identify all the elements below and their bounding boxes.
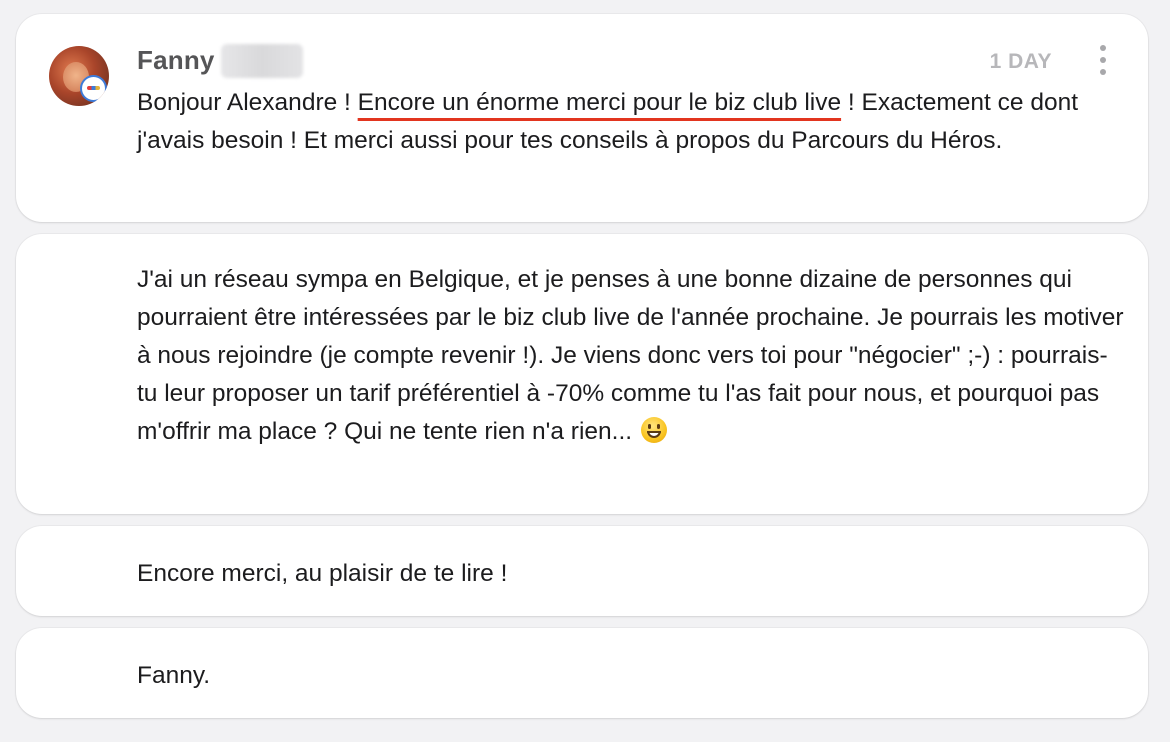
highlighted-text: Encore un énorme merci pour le biz club … — [357, 89, 842, 116]
message-timestamp: 1 DAY — [989, 50, 1052, 73]
message-card: Fanny 1 DAY Bonjour Alexandre ! Encore u… — [16, 14, 1148, 222]
message-text: J'ai un réseau sympa en Belgique, et je … — [137, 261, 1127, 451]
message-card: J'ai un réseau sympa en Belgique, et je … — [16, 234, 1148, 514]
message-card: Fanny. — [16, 628, 1148, 718]
redacted-surname — [221, 44, 303, 78]
more-dot — [1100, 69, 1106, 75]
message-text-start: Bonjour Alexandre ! — [137, 89, 358, 116]
message-card: Encore merci, au plaisir de te lire ! — [16, 526, 1148, 616]
more-dot — [1100, 45, 1106, 51]
author-name[interactable]: Fanny — [137, 45, 215, 76]
avatar-badge — [80, 75, 107, 102]
message-thread: Fanny 1 DAY Bonjour Alexandre ! Encore u… — [0, 0, 1170, 742]
message-text: Encore merci, au plaisir de te lire ! — [137, 560, 508, 587]
avatar[interactable] — [49, 46, 109, 106]
message-text: Bonjour Alexandre ! Encore un énorme mer… — [137, 84, 1137, 160]
more-options-icon[interactable] — [1096, 44, 1110, 76]
message-paragraph: J'ai un réseau sympa en Belgique, et je … — [137, 266, 1124, 445]
more-dot — [1100, 57, 1106, 63]
grinning-face-emoji-icon — [640, 417, 667, 443]
message-signature: Fanny. — [137, 662, 211, 689]
